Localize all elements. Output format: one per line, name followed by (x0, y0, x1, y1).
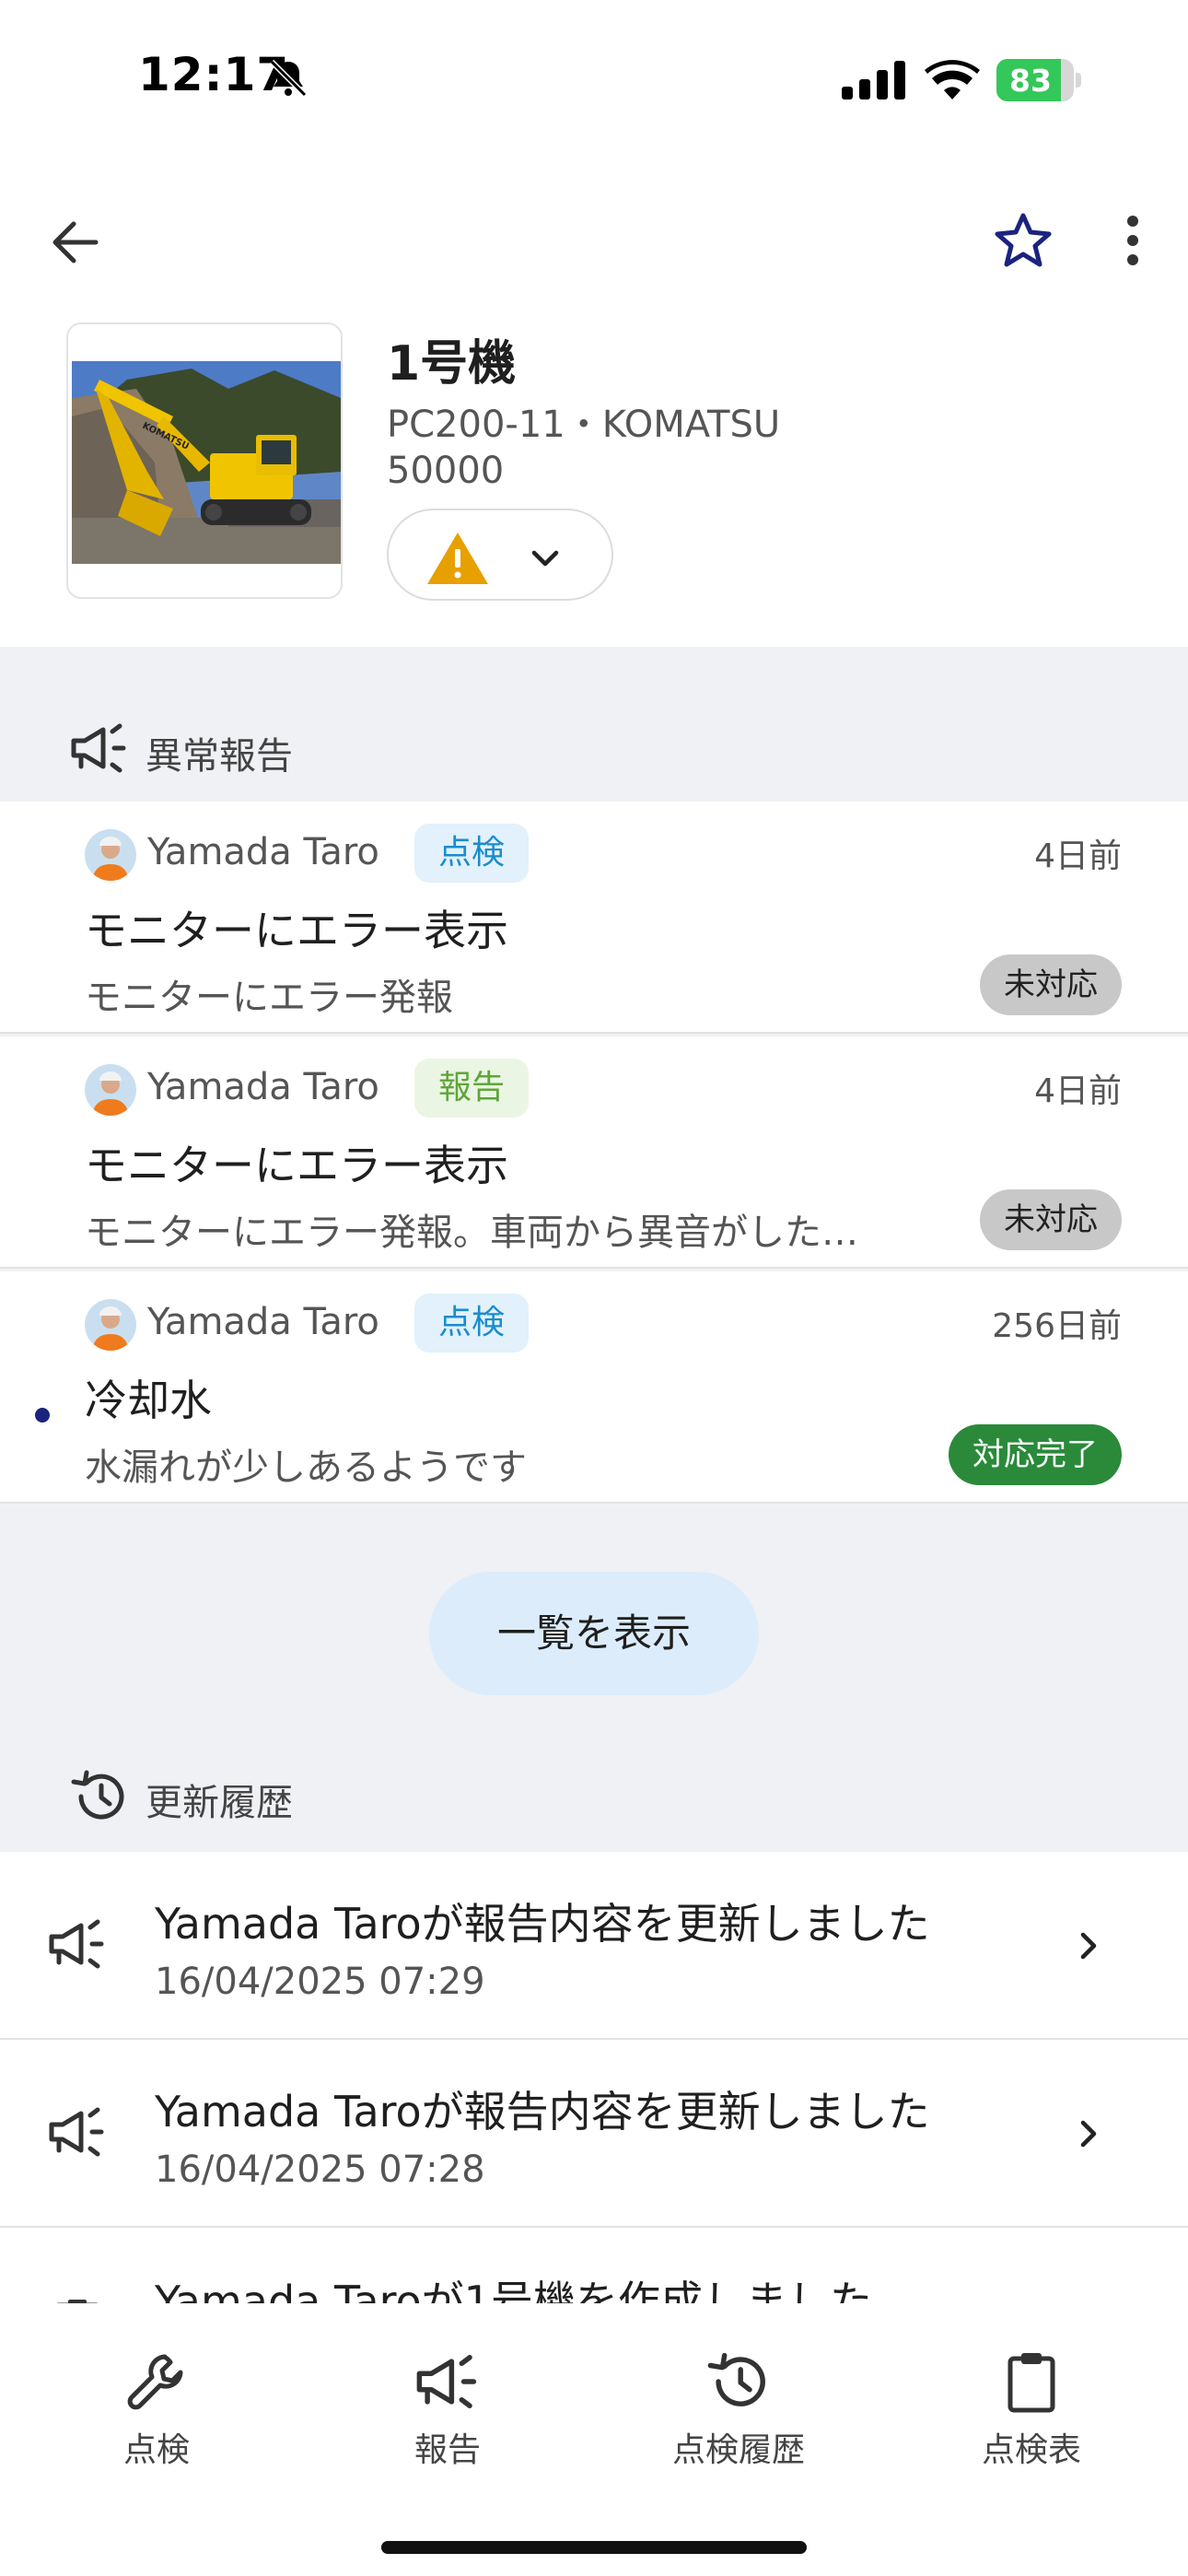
machine-photo[interactable]: KOMATSU (66, 322, 343, 599)
history-item[interactable]: Yamada Taroが報告内容を更新しました 16/04/2025 07:29 (0, 1852, 1188, 2040)
history-icon (707, 2352, 765, 2406)
history-item[interactable]: Yamada Taroが報告内容を更新しました 16/04/2025 07:28 (0, 2040, 1188, 2228)
report-type-tag: 点検 (414, 824, 530, 883)
nav-label: 点検 (122, 2431, 190, 2469)
unread-dot (35, 1408, 50, 1423)
nav-report[interactable]: 報告 (346, 2349, 549, 2488)
report-item[interactable]: Yamada Taro 点検 256日前 冷却水 水漏れが少しあるようです 対応… (0, 1271, 1188, 1504)
reports-section-title: 異常報告 (146, 735, 293, 778)
battery-percent: 83 (1009, 63, 1052, 99)
bottom-nav: 点検 報告 点検履歴 点検表 (0, 2303, 1188, 2576)
warning-icon (427, 533, 488, 584)
excavator-image: KOMATSU (72, 361, 341, 564)
home-indicator (381, 2541, 807, 2554)
history-icon (71, 1770, 124, 1820)
report-user: Yamada Taro (147, 1066, 379, 1108)
app-bar (0, 184, 1188, 295)
machine-model: PC200-11・KOMATSU (387, 404, 781, 446)
battery-indicator: 83 (996, 59, 1081, 101)
report-title: モニターにエラー表示 (85, 1141, 508, 1190)
avatar (85, 1299, 136, 1351)
history-item[interactable]: Yamada Taroが1号機を作成しました (0, 2230, 1188, 2303)
machine-icon (56, 2300, 99, 2303)
report-type-tag: 点検 (414, 1294, 530, 1352)
status-badge: 未対応 (980, 1189, 1122, 1250)
history-title: Yamada Taroが報告内容を更新しました (155, 1899, 930, 1949)
history-title: Yamada Taroが1号機を作成しました (155, 2277, 872, 2303)
machine-name: 1号機 (387, 336, 517, 392)
clipboard-icon (1007, 2353, 1055, 2413)
more-options-icon[interactable] (1105, 208, 1160, 273)
report-time: 4日前 (1034, 837, 1122, 875)
nav-inspection[interactable]: 点検 (55, 2349, 258, 2488)
nav-label: 報告 (413, 2431, 481, 2469)
avatar (85, 1064, 136, 1116)
machine-header: KOMATSU 1号機 PC200-11・KOMATSU 50000 (0, 313, 1188, 645)
report-time: 4日前 (1034, 1072, 1122, 1110)
back-arrow-icon[interactable] (42, 210, 107, 275)
report-item[interactable]: Yamada Taro 報告 4日前 モニターにエラー表示 モニターにエラー発報… (0, 1036, 1188, 1269)
wrench-icon (127, 2354, 183, 2410)
report-description: モニターにエラー発報 (85, 977, 453, 1019)
history-section-title: 更新履歴 (146, 1782, 293, 1824)
nav-checklist[interactable]: 点検表 (930, 2349, 1133, 2488)
history-date: 16/04/2025 07:29 (155, 1961, 485, 2003)
machine-status-dropdown[interactable] (387, 509, 613, 601)
report-user: Yamada Taro (147, 831, 379, 873)
report-description: モニターにエラー発報。車両から異音がした… (85, 1212, 858, 1254)
bell-muted-icon (269, 59, 308, 98)
machine-serial: 50000 (387, 450, 505, 492)
report-type-tag: 報告 (414, 1059, 530, 1118)
cellular-signal-icon (842, 61, 905, 100)
megaphone-icon (49, 2107, 104, 2157)
avatar (85, 829, 136, 881)
chevron-right-icon (1080, 1932, 1097, 1960)
favorite-star-icon[interactable] (991, 208, 1055, 273)
wifi-icon (925, 60, 980, 100)
report-time: 256日前 (992, 1307, 1122, 1345)
nav-label: 点検表 (981, 2431, 1081, 2469)
show-all-button[interactable]: 一覧を表示 (429, 1572, 759, 1695)
nav-inspection-history[interactable]: 点検履歴 (637, 2349, 840, 2488)
chevron-down-icon (531, 550, 559, 567)
report-user: Yamada Taro (147, 1301, 379, 1343)
megaphone-icon (71, 723, 126, 773)
megaphone-icon (49, 1919, 104, 1969)
report-title: モニターにエラー表示 (85, 906, 508, 955)
history-date: 16/04/2025 07:28 (155, 2149, 485, 2191)
megaphone-icon (416, 2355, 477, 2408)
history-title: Yamada Taroが報告内容を更新しました (155, 2087, 930, 2137)
status-badge: 未対応 (980, 954, 1122, 1015)
report-item[interactable]: Yamada Taro 点検 4日前 モニターにエラー表示 モニターにエラー発報… (0, 802, 1188, 1034)
status-badge: 対応完了 (949, 1424, 1122, 1485)
status-bar: 12:17 83 (0, 0, 1188, 161)
chevron-right-icon (1080, 2120, 1097, 2148)
report-description: 水漏れが少しあるようです (85, 1446, 527, 1489)
nav-label: 点検履歴 (671, 2431, 805, 2469)
report-title: 冷却水 (85, 1376, 212, 1425)
